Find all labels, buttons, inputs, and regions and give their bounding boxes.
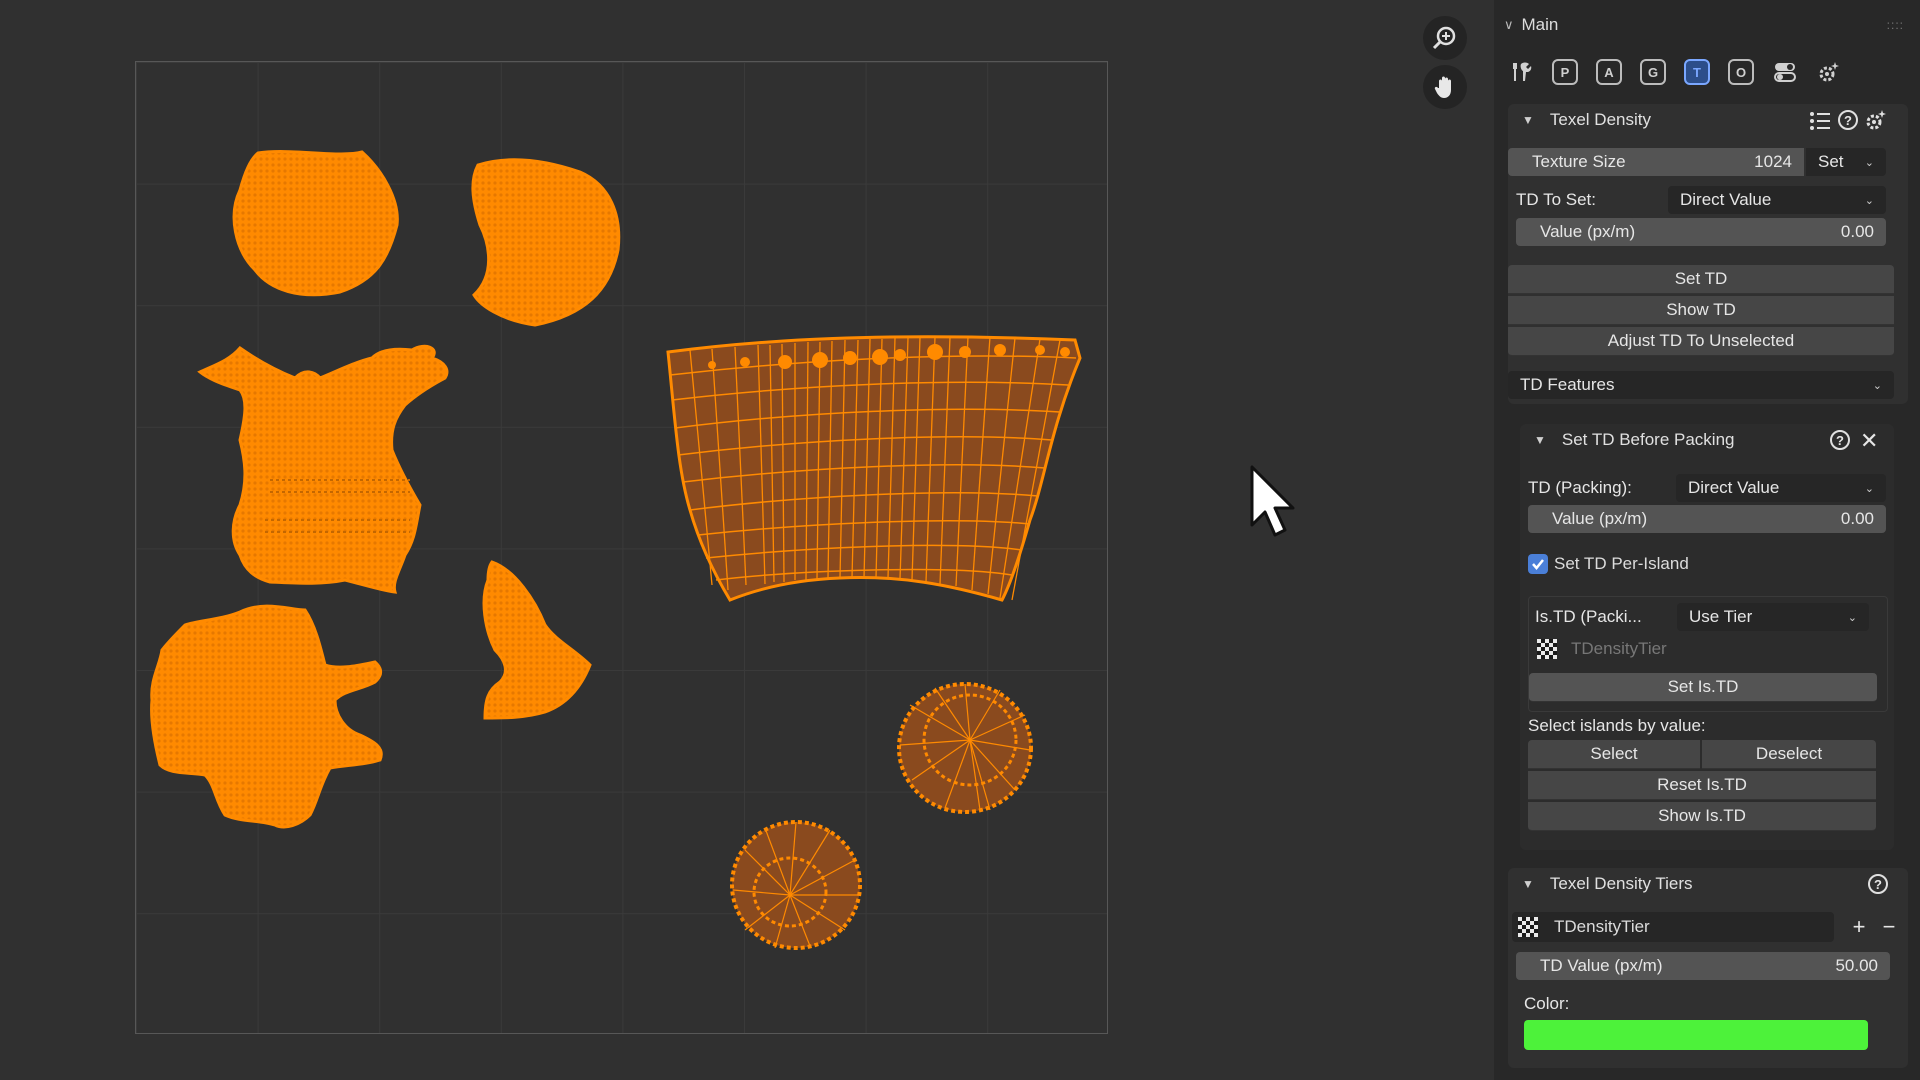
tab-a-button[interactable]: A xyxy=(1596,59,1622,85)
set-td-button[interactable]: Set TD xyxy=(1508,265,1894,294)
chevron-down-icon: ⌄ xyxy=(1864,156,1874,169)
set-dropdown-label: Set xyxy=(1818,152,1844,171)
tab-t-button[interactable]: T xyxy=(1684,59,1710,85)
texture-size-value: 1024 xyxy=(1754,152,1792,171)
help-icon[interactable]: ? xyxy=(1838,110,1858,130)
collapse-triangle-icon: ▼ xyxy=(1522,113,1534,127)
value-label: Value (px/m) xyxy=(1540,222,1636,241)
texel-density-tiers-panel: ▼ Texel Density Tiers ? TDensityTier + −… xyxy=(1508,868,1908,1068)
remove-tier-button[interactable]: − xyxy=(1876,914,1902,940)
tier-name: TDensityTier xyxy=(1554,917,1650,936)
td-features-label: TD Features xyxy=(1520,375,1615,394)
set-is-td-button[interactable]: Set Is.TD xyxy=(1529,673,1877,702)
uv-island-8 xyxy=(730,820,862,950)
is-td-label: Is.TD (Packi... xyxy=(1535,607,1642,626)
mouse-cursor-icon xyxy=(1248,463,1300,544)
main-panel-header[interactable]: ∨ Main :::: xyxy=(1504,12,1904,38)
td-value-number: 50.00 xyxy=(1835,956,1878,975)
chevron-down-icon: ⌄ xyxy=(1864,482,1874,495)
show-td-button[interactable]: Show TD xyxy=(1508,296,1894,325)
sidebar-panel: ∨ Main :::: P A G T O ▼ Texel Density ? xyxy=(1494,0,1920,1080)
adjust-td-button[interactable]: Adjust TD To Unselected xyxy=(1508,327,1894,356)
tab-p-button[interactable]: P xyxy=(1552,59,1578,85)
sparkle-gear-icon[interactable] xyxy=(1816,59,1842,85)
per-island-label: Set TD Per-Island xyxy=(1554,554,1689,573)
td-packing-value: Direct Value xyxy=(1688,478,1780,497)
select-by-value-label: Select islands by value: xyxy=(1528,716,1706,735)
checkbox-checked-icon[interactable] xyxy=(1528,554,1548,574)
td-packing-dropdown[interactable]: Direct Value ⌄ xyxy=(1676,474,1886,502)
toggle-icon[interactable] xyxy=(1772,59,1798,85)
collapse-triangle-icon: ▼ xyxy=(1534,433,1546,447)
td-packing-label: TD (Packing): xyxy=(1528,478,1632,497)
uv-island-2 xyxy=(471,158,621,327)
checker-texture-icon xyxy=(1537,639,1557,659)
texel-density-panel: ▼ Texel Density ? Texture Size 1024 Set … xyxy=(1508,104,1908,404)
td-value-field[interactable]: TD Value (px/m) 50.00 xyxy=(1516,952,1890,980)
color-label: Color: xyxy=(1524,994,1570,1013)
help-icon[interactable]: ? xyxy=(1830,430,1850,450)
chevron-down-icon: ⌄ xyxy=(1847,611,1857,624)
chevron-down-icon: ⌄ xyxy=(1864,194,1874,207)
uv-island-1 xyxy=(232,150,399,297)
addon-toolbar: P A G T O xyxy=(1508,56,1860,88)
value-px-m-field[interactable]: Value (px/m) 0.00 xyxy=(1516,218,1886,246)
uv-island-3 xyxy=(197,344,449,594)
tier-placeholder: TDensityTier xyxy=(1571,639,1667,658)
zoom-icon[interactable] xyxy=(1423,16,1467,60)
uv-viewport[interactable] xyxy=(0,0,1490,1080)
chevron-down-icon: ∨ xyxy=(1504,17,1514,32)
tiers-title: Texel Density Tiers xyxy=(1549,874,1693,893)
uv-island-4 xyxy=(150,604,383,829)
texture-size-set-dropdown[interactable]: Set ⌄ xyxy=(1806,148,1886,176)
set-td-before-packing-panel: ▼ Set TD Before Packing ? ✕ TD (Packing)… xyxy=(1520,424,1894,850)
list-icon[interactable] xyxy=(1808,110,1832,132)
tier-color-swatch[interactable] xyxy=(1524,1020,1868,1050)
settings-sparkle-icon[interactable] xyxy=(1864,108,1888,132)
packing-value-field[interactable]: Value (px/m) 0.00 xyxy=(1528,505,1886,533)
tab-o-button[interactable]: O xyxy=(1728,59,1754,85)
deselect-button[interactable]: Deselect xyxy=(1702,740,1876,769)
tools-icon[interactable] xyxy=(1508,59,1534,85)
uv-island-5 xyxy=(482,560,592,720)
is-td-dropdown[interactable]: Use Tier ⌄ xyxy=(1677,603,1869,631)
checker-texture-icon xyxy=(1518,917,1538,937)
tier-list-item[interactable]: TDensityTier xyxy=(1512,912,1834,942)
packing-value-number: 0.00 xyxy=(1840,509,1874,528)
td-features-dropdown[interactable]: TD Features ⌄ xyxy=(1508,371,1894,399)
td-to-set-value: Direct Value xyxy=(1680,190,1772,209)
help-icon[interactable]: ? xyxy=(1868,874,1888,894)
td-value-label: TD Value (px/m) xyxy=(1540,956,1663,975)
tiers-header[interactable]: ▼ Texel Density Tiers xyxy=(1508,868,1908,900)
main-title: Main xyxy=(1521,15,1559,34)
per-island-checkbox-row[interactable]: Set TD Per-Island xyxy=(1528,554,1689,574)
close-icon[interactable]: ✕ xyxy=(1860,428,1878,454)
packing-value-label: Value (px/m) xyxy=(1552,509,1648,528)
tier-selector[interactable]: TDensityTier xyxy=(1537,635,1881,663)
reset-is-td-button[interactable]: Reset Is.TD xyxy=(1528,771,1876,800)
show-is-td-button[interactable]: Show Is.TD xyxy=(1528,802,1876,831)
drag-grip-icon[interactable]: :::: xyxy=(1887,18,1904,32)
add-tier-button[interactable]: + xyxy=(1846,914,1872,940)
before-packing-title: Set TD Before Packing xyxy=(1561,430,1735,449)
td-to-set-label: TD To Set: xyxy=(1516,190,1596,209)
select-button[interactable]: Select xyxy=(1528,740,1700,769)
texture-size-field[interactable]: Texture Size 1024 xyxy=(1508,148,1804,176)
collapse-triangle-icon: ▼ xyxy=(1522,877,1534,891)
chevron-down-icon: ⌄ xyxy=(1872,379,1882,392)
pan-hand-icon[interactable] xyxy=(1423,65,1467,109)
is-td-value: Use Tier xyxy=(1689,607,1753,626)
uv-island-7 xyxy=(897,682,1033,814)
is-td-box: Is.TD (Packi... Use Tier ⌄ TDensityTier … xyxy=(1528,596,1888,712)
value-number: 0.00 xyxy=(1840,222,1874,241)
tab-g-button[interactable]: G xyxy=(1640,59,1666,85)
texture-size-label: Texture Size xyxy=(1532,152,1626,171)
td-to-set-dropdown[interactable]: Direct Value ⌄ xyxy=(1668,186,1886,214)
uv-island-6 xyxy=(666,335,1082,602)
texel-density-title: Texel Density xyxy=(1549,110,1651,129)
